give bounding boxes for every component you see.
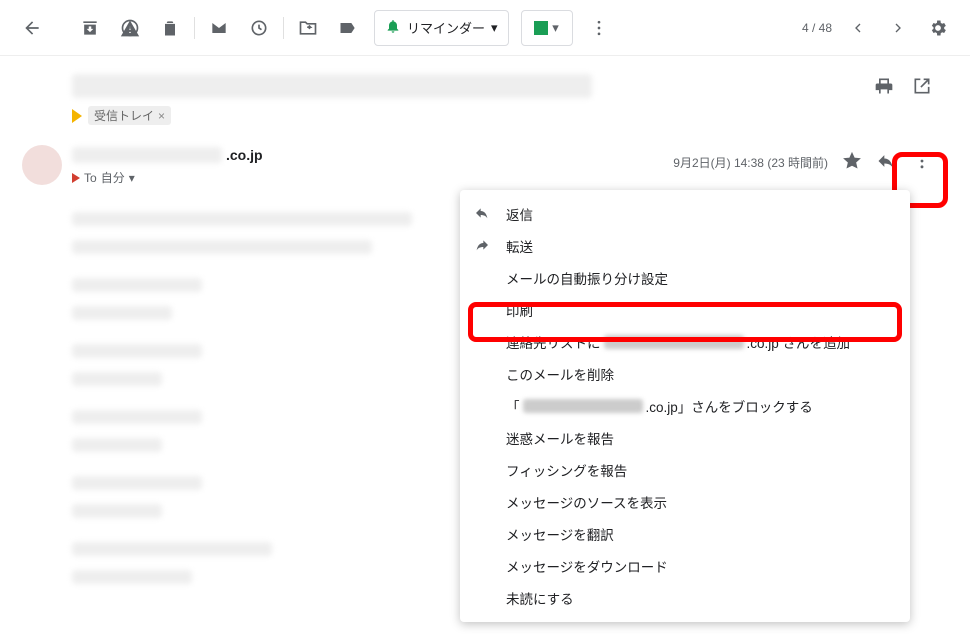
snooze-button[interactable] [239, 8, 279, 48]
menu-filter-label: メールの自動振り分け設定 [506, 268, 668, 288]
chevron-down-icon: ▾ [491, 20, 498, 36]
sender-address: .co.jp [72, 147, 263, 163]
menu-report-spam[interactable]: 迷惑メールを報告 [460, 422, 910, 454]
category-dropdown[interactable]: ▾ [521, 10, 573, 46]
menu-report-spam-label: 迷惑メールを報告 [506, 428, 614, 448]
to-self: 自分 [101, 169, 125, 186]
recipient-flag-icon [72, 173, 80, 183]
message-actions-menu: 返信 転送 メールの自動振り分け設定 印刷 連絡先リストに .co.jp さんを… [460, 190, 910, 622]
bell-icon [385, 18, 401, 37]
chevron-down-icon: ▾ [552, 20, 559, 36]
menu-reply-label: 返信 [506, 204, 533, 224]
menu-show-original[interactable]: メッセージのソースを表示 [460, 486, 910, 518]
menu-translate[interactable]: メッセージを翻訳 [460, 518, 910, 550]
menu-print-label: 印刷 [506, 300, 533, 320]
separator [194, 17, 195, 39]
menu-block-redacted [523, 399, 643, 413]
inbox-label-text: 受信トレイ [94, 107, 154, 124]
mark-unread-button[interactable] [199, 8, 239, 48]
menu-forward[interactable]: 転送 [460, 230, 910, 262]
archive-button[interactable] [70, 8, 110, 48]
menu-show-original-label: メッセージのソースを表示 [506, 492, 667, 512]
reminder-dropdown[interactable]: リマインダー ▾ [374, 10, 509, 46]
reply-icon [474, 205, 490, 224]
back-button[interactable] [12, 8, 52, 48]
category-color-icon [534, 21, 548, 35]
menu-print[interactable]: 印刷 [460, 294, 910, 326]
menu-delete-label: このメールを削除 [506, 364, 614, 384]
menu-filter[interactable]: メールの自動振り分け設定 [460, 262, 910, 294]
menu-block-prefix: 「 [506, 396, 520, 416]
next-button[interactable] [878, 8, 918, 48]
menu-translate-label: メッセージを翻訳 [506, 524, 614, 544]
menu-delete[interactable]: このメールを削除 [460, 358, 910, 390]
menu-report-phishing-label: フィッシングを報告 [506, 460, 627, 480]
sender-avatar [22, 145, 62, 185]
inbox-label-chip[interactable]: 受信トレイ × [88, 106, 171, 125]
menu-add-contact-suffix: .co.jp さんを追加 [747, 332, 851, 352]
message-more-button[interactable] [910, 147, 934, 178]
menu-report-phishing[interactable]: フィッシングを報告 [460, 454, 910, 486]
report-spam-button[interactable] [110, 8, 150, 48]
show-details-toggle[interactable]: ▾ [129, 171, 135, 185]
menu-add-contact-redacted [604, 335, 744, 349]
separator [283, 17, 284, 39]
open-new-window-button[interactable] [910, 74, 934, 98]
settings-button[interactable] [918, 8, 958, 48]
menu-download[interactable]: メッセージをダウンロード [460, 550, 910, 582]
menu-add-contact[interactable]: 連絡先リストに .co.jp さんを追加 [460, 326, 910, 358]
menu-add-contact-prefix: 連絡先リストに [506, 332, 601, 352]
to-prefix: To [84, 171, 97, 185]
menu-block-suffix: .co.jp」さんをブロックする [646, 396, 813, 416]
important-marker-icon[interactable] [72, 109, 82, 123]
labels-button[interactable] [328, 8, 368, 48]
page-count: 4 / 48 [802, 21, 832, 35]
remove-label-icon[interactable]: × [158, 109, 165, 123]
forward-icon [474, 237, 490, 256]
delete-button[interactable] [150, 8, 190, 48]
menu-mark-unread-label: 未読にする [506, 588, 574, 608]
move-to-button[interactable] [288, 8, 328, 48]
menu-block[interactable]: 「 .co.jp」さんをブロックする [460, 390, 910, 422]
message-date: 9月2日(月) 14:38 (23 時間前) [673, 154, 828, 171]
menu-mark-unread[interactable]: 未読にする [460, 582, 910, 614]
print-button[interactable] [872, 74, 896, 98]
prev-button[interactable] [838, 8, 878, 48]
sender-domain-suffix: .co.jp [226, 147, 263, 163]
menu-download-label: メッセージをダウンロード [506, 556, 668, 576]
more-actions-toolbar[interactable] [579, 8, 619, 48]
menu-forward-label: 転送 [506, 236, 533, 256]
reminder-label: リマインダー [407, 18, 485, 37]
sender-redacted [72, 147, 222, 163]
menu-reply[interactable]: 返信 [460, 198, 910, 230]
reply-button[interactable] [876, 151, 896, 174]
subject-redacted [72, 74, 592, 98]
star-button[interactable] [842, 151, 862, 174]
